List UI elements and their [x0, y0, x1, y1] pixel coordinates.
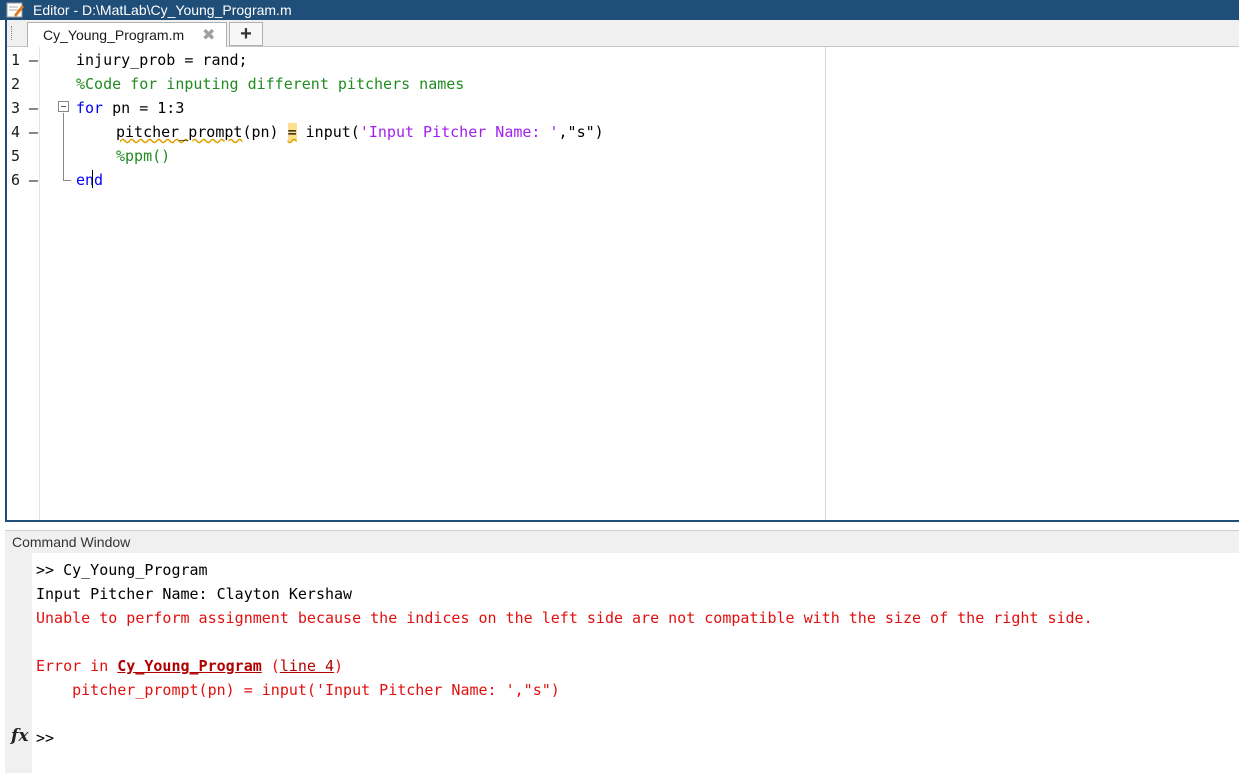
code-keyword: for — [76, 99, 104, 117]
command-history-line: >> Cy_Young_Program — [36, 561, 208, 579]
code-line-3: for pn = 1:3 — [76, 99, 184, 117]
fold-guide-end — [63, 180, 71, 181]
line-number: 5 — [11, 147, 21, 165]
code-comment: %Code for inputing different pitchers na… — [76, 75, 465, 93]
line-number: 1 – — [11, 51, 39, 69]
line-number: 3 – — [11, 99, 39, 117]
error-paren-close: ) — [334, 657, 344, 675]
text-caret — [92, 170, 93, 188]
tab-label: Cy_Young_Program.m — [43, 27, 185, 43]
error-message: Unable to perform assignment because the… — [36, 609, 1093, 627]
code-line-5: %ppm() — [116, 147, 170, 165]
editor-panel: Cy_Young_Program.m ✖ + 1 – 2 3 – 4 – 5 6… — [5, 20, 1239, 522]
window-titlebar: Editor - D:\MatLab\Cy_Young_Program.m — [0, 0, 1239, 20]
code-keyword: end — [76, 171, 104, 189]
editor-app-icon — [6, 2, 24, 18]
code-text: pn = 1:3 — [103, 99, 185, 117]
line-number-gutter: 1 – 2 3 – 4 – 5 6 – — [7, 47, 40, 520]
code-line-4: pitcher_prompt(pn) = input('Input Pitche… — [116, 123, 604, 141]
error-source-line: pitcher_prompt(pn) = input('Input Pitche… — [36, 681, 560, 699]
window-title: Editor - D:\MatLab\Cy_Young_Program.m — [33, 2, 292, 18]
tab-strip-grip[interactable] — [11, 26, 14, 40]
error-line-link[interactable]: line 4 — [280, 657, 334, 675]
line-number: 6 – — [11, 171, 39, 189]
code-string: 'Input Pitcher Name: ' — [359, 123, 559, 141]
code-editor[interactable]: 1 – 2 3 – 4 – 5 6 – injury_prob = rand; … — [7, 47, 1239, 520]
line-number: 2 — [11, 75, 21, 93]
add-tab-button[interactable]: + — [229, 22, 263, 46]
command-window-header[interactable]: Command Window — [5, 530, 1239, 554]
fold-guide-line — [63, 113, 64, 181]
code-warning-operator[interactable]: = — [287, 123, 297, 141]
close-tab-icon[interactable]: ✖ — [202, 25, 215, 45]
error-paren-open: ( — [261, 657, 280, 675]
line-number: 4 – — [11, 123, 39, 141]
function-browser-icon[interactable]: fx — [11, 726, 28, 746]
command-window-title: Command Window — [12, 534, 131, 550]
right-margin-line — [825, 47, 826, 520]
error-location-line: Error in Cy_Young_Program (line 4) — [36, 657, 343, 675]
code-line-1: injury_prob = rand; — [76, 51, 248, 69]
fold-collapse-icon[interactable] — [58, 101, 69, 112]
code-comment: %ppm() — [116, 147, 171, 165]
code-line-6: end — [76, 171, 103, 189]
code-line-2: %Code for inputing different pitchers na… — [76, 75, 464, 93]
code-text: input( — [296, 123, 360, 141]
tab-cy-young-program[interactable]: Cy_Young_Program.m ✖ — [27, 22, 227, 47]
code-variable-warning[interactable]: pitcher_prompt — [116, 123, 242, 141]
command-prompt[interactable]: >> — [36, 729, 54, 747]
error-prefix: Error in — [36, 657, 118, 675]
command-output-line: Input Pitcher Name: Clayton Kershaw — [36, 585, 353, 603]
code-text: (pn) — [242, 123, 288, 141]
code-text: injury_prob = rand; — [76, 51, 248, 69]
command-window-output[interactable]: >> Cy_Young_Program Input Pitcher Name: … — [32, 553, 1239, 773]
editor-tab-strip: Cy_Young_Program.m ✖ + — [7, 20, 1239, 47]
code-text: ,"s") — [558, 123, 604, 141]
error-file-link[interactable]: Cy_Young_Program — [117, 657, 262, 675]
